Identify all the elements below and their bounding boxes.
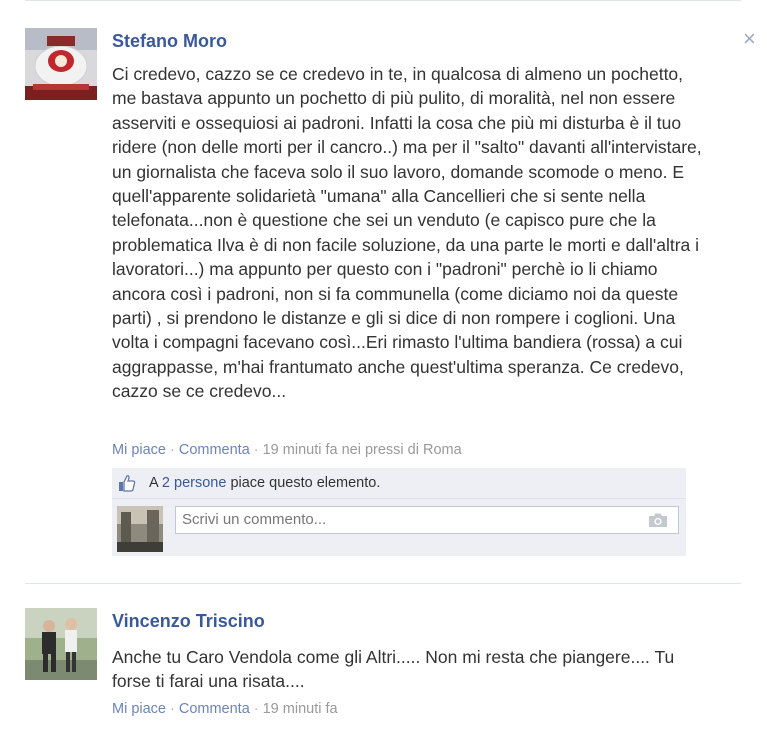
- author-name[interactable]: Vincenzo Triscino: [112, 610, 265, 632]
- thumbs-up-icon: [118, 474, 136, 492]
- avatar[interactable]: [25, 608, 97, 680]
- separator: ·: [253, 442, 259, 458]
- likes-box: A 2 persone piace questo elemento. Scriv…: [112, 468, 686, 556]
- camera-icon[interactable]: [648, 512, 668, 528]
- comment-text: Ci credevo, cazzo se ce credevo in te, i…: [112, 64, 702, 402]
- reply-link[interactable]: Commenta: [179, 442, 250, 458]
- reply-link[interactable]: Commenta: [179, 701, 250, 717]
- separator: ·: [170, 701, 175, 717]
- likes-summary: A 2 persone piace questo elemento.: [149, 474, 380, 492]
- divider: [25, 583, 741, 584]
- divider: [25, 0, 741, 1]
- comment-text: Anche tu Caro Vendola come gli Altri....…: [112, 647, 675, 692]
- separator: ·: [170, 442, 175, 458]
- likes-count-link[interactable]: 2 persone: [162, 475, 227, 491]
- timestamp[interactable]: 19 minuti fa: [263, 701, 338, 717]
- avatar: [117, 506, 163, 552]
- timestamp[interactable]: 19 minuti fa nei pressi di Roma: [263, 442, 462, 458]
- comment-feed: Stefano Moro Ci credevo, cazzo se ce cre…: [0, 0, 767, 742]
- likes-row: A 2 persone piace questo elemento.: [112, 468, 686, 499]
- comment-meta: Mi piace · Commenta · 19 minuti fa nei press…: [112, 441, 462, 459]
- likes-prefix: A: [149, 475, 158, 491]
- like-link[interactable]: Mi piace: [112, 442, 166, 458]
- separator: ·: [253, 701, 259, 717]
- comment-meta: Mi piace · Commenta · 19 minuti fa: [112, 700, 338, 718]
- comment-placeholder: Scrivi un commento...: [182, 511, 327, 528]
- author-name[interactable]: Stefano Moro: [112, 30, 227, 52]
- like-link[interactable]: Mi piace: [112, 701, 166, 717]
- close-icon[interactable]: ×: [743, 28, 756, 50]
- comment-input[interactable]: Scrivi un commento...: [175, 506, 679, 534]
- write-comment-row: Scrivi un commento...: [112, 499, 686, 556]
- avatar[interactable]: [25, 28, 97, 100]
- likes-suffix: piace questo elemento.: [230, 475, 381, 491]
